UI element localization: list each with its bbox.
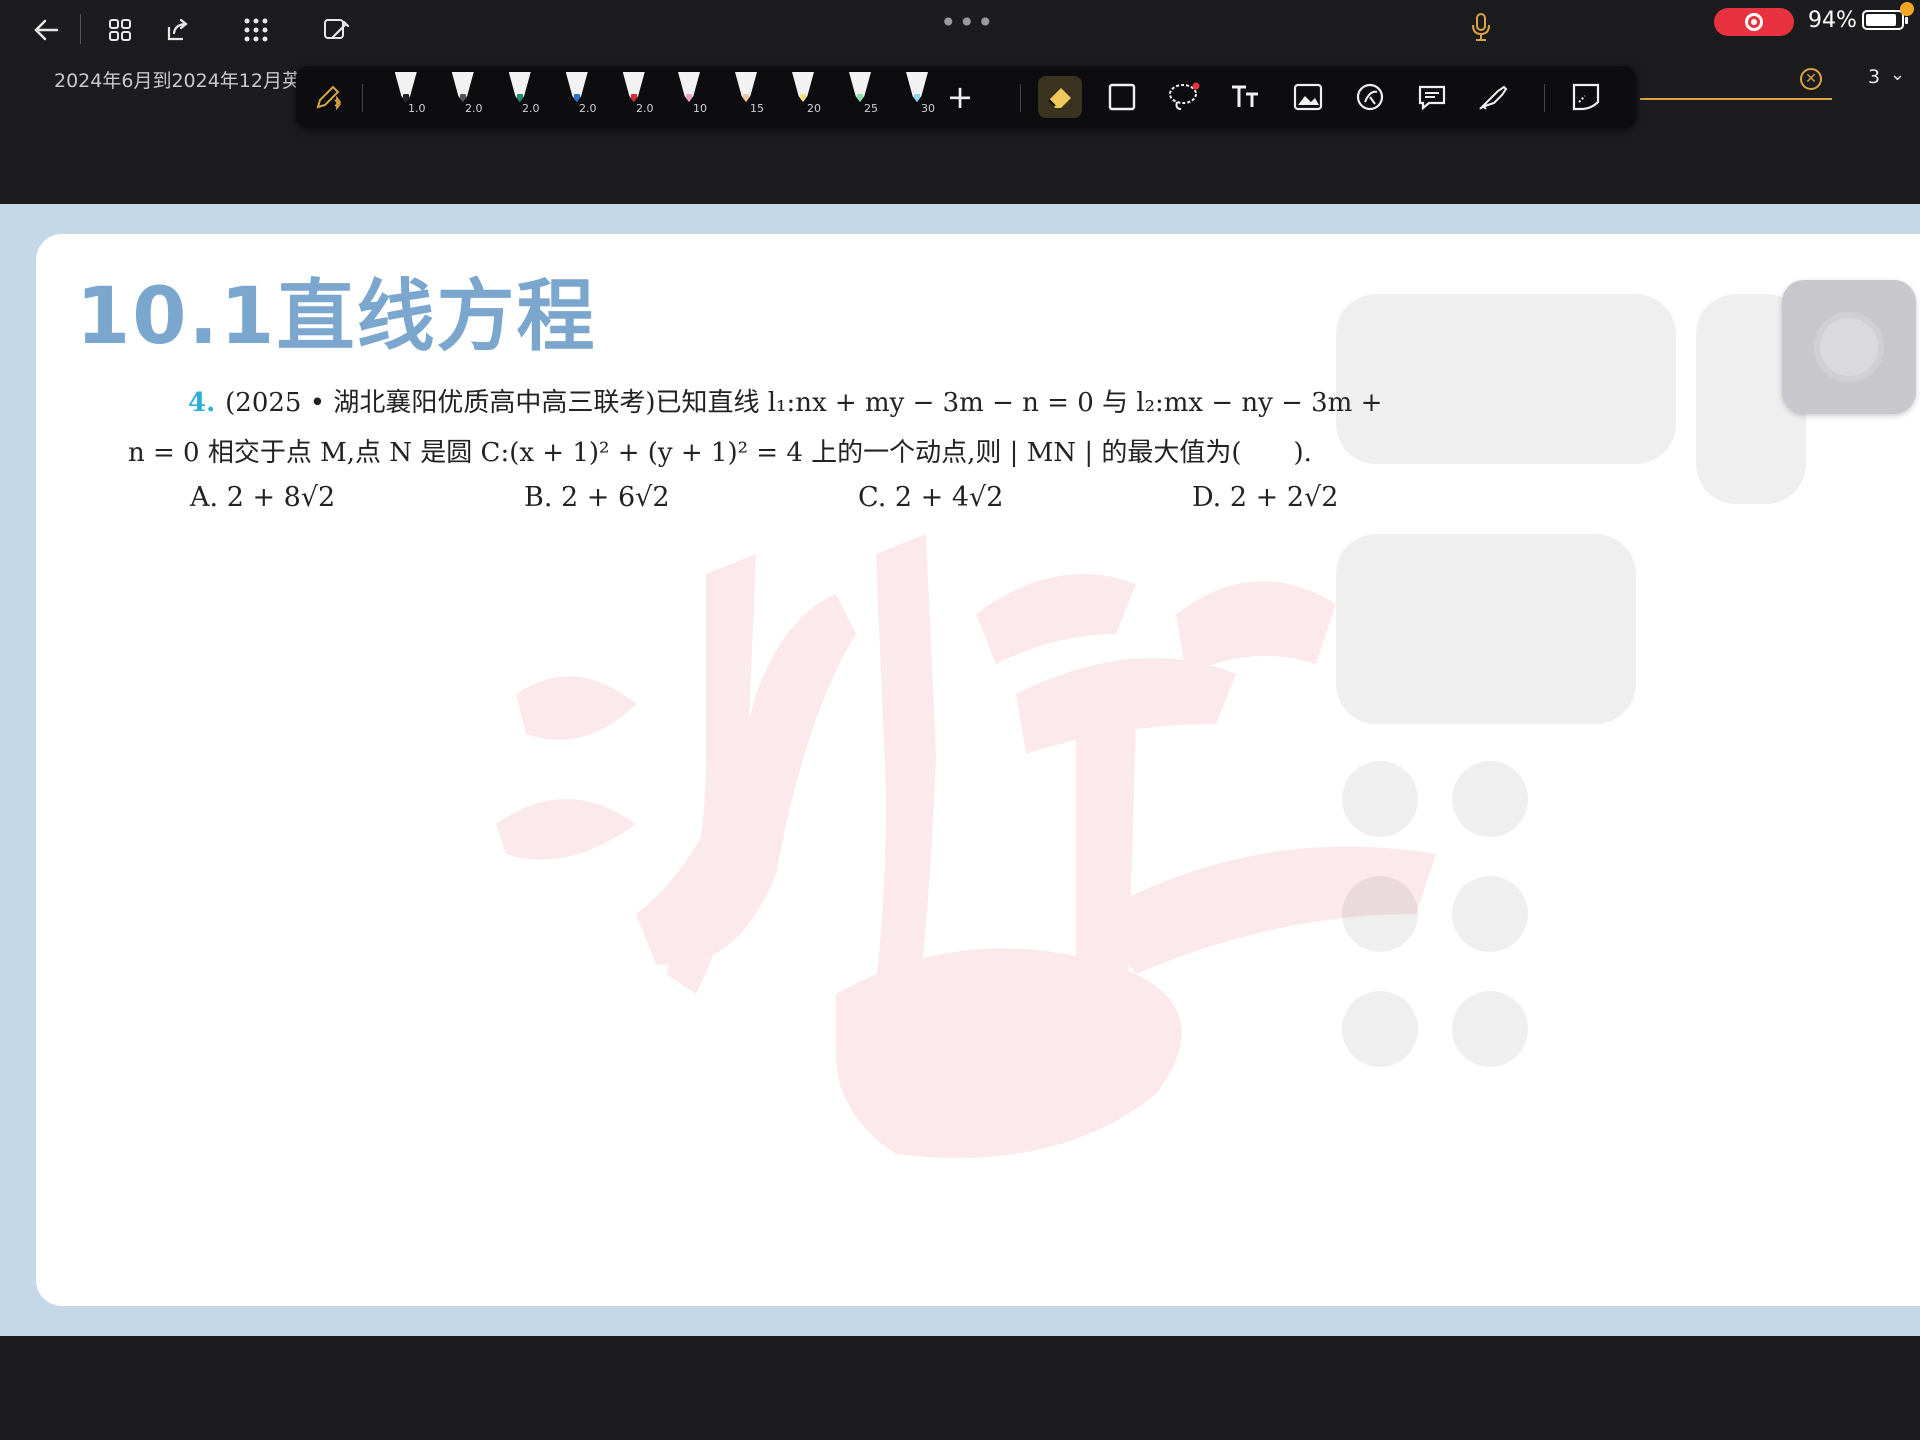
- question-line-1-text: (2025 • 湖北襄阳优质高中高三联考)已知直线 l₁:nx + my − 3…: [225, 388, 1383, 418]
- pen-size-label: 2.0: [465, 102, 483, 115]
- pen-icon: [565, 72, 588, 102]
- grid-view-icon[interactable]: [100, 12, 140, 48]
- answer-choices: A. 2 + 8√2 B. 2 + 6√2 C. 2 + 4√2 D. 2 + …: [190, 482, 1390, 532]
- screen-record-indicator[interactable]: [1714, 8, 1794, 36]
- laser-pointer-icon[interactable]: [1472, 76, 1516, 118]
- document-title[interactable]: 2024年6月到2024年12月英: [54, 66, 301, 93]
- text-tool-icon[interactable]: [1224, 76, 1268, 118]
- divider: [362, 84, 363, 112]
- pen-size-label: 2.0: [579, 102, 597, 115]
- pen-4-button[interactable]: 2.0: [557, 72, 597, 122]
- search-underline: [1640, 98, 1832, 100]
- pen-2-button[interactable]: 2.0: [443, 72, 483, 122]
- pen-icon: [792, 72, 814, 102]
- question-number: 4.: [188, 388, 216, 418]
- edit-off-icon[interactable]: [316, 12, 356, 48]
- close-search-icon[interactable]: ✕: [1800, 68, 1822, 90]
- pen-size-label: 1.0: [408, 102, 426, 115]
- choice-c[interactable]: C. 2 + 4√2: [858, 482, 1003, 513]
- divider: [1544, 84, 1545, 112]
- pen-9-button[interactable]: 25: [842, 72, 878, 122]
- pen-size-label: 10: [693, 102, 707, 115]
- choice-label: D.: [1192, 482, 1222, 513]
- choice-label: B.: [524, 482, 553, 513]
- pen-1-button[interactable]: 1.0: [386, 72, 426, 122]
- choice-value: 2 + 4√2: [894, 482, 1004, 513]
- section-title: 10.1直线方程: [76, 272, 597, 362]
- assistive-touch-icon: [1814, 312, 1884, 382]
- pen-icon: [451, 72, 474, 102]
- choice-value: 2 + 2√2: [1229, 482, 1339, 513]
- pen-10-button[interactable]: 30: [899, 72, 935, 122]
- record-icon: [1745, 13, 1763, 31]
- choice-value: 2 + 8√2: [226, 482, 336, 513]
- sticker-icon[interactable]: [1348, 76, 1392, 118]
- pen-tip-color: [743, 94, 749, 102]
- shape-rectangle-icon[interactable]: [1100, 76, 1144, 118]
- pen-tip-color: [402, 94, 409, 102]
- pen-tip-color: [686, 94, 692, 102]
- notification-badge: [1900, 2, 1914, 16]
- microphone-icon[interactable]: [1470, 12, 1498, 48]
- pen-icon: [849, 72, 871, 102]
- battery-percent: 94%: [1808, 8, 1857, 33]
- pen-5-button[interactable]: 2.0: [614, 72, 654, 122]
- bottom-bar: [0, 1336, 1920, 1440]
- pen-7-button[interactable]: 15: [728, 72, 764, 122]
- share-export-icon[interactable]: [158, 12, 198, 48]
- divider: [80, 14, 81, 44]
- top-bar: ••• 94% 2024年6月到2024年12月英 ✕ 3 ⌄: [0, 0, 1920, 100]
- page-number[interactable]: 3: [1868, 66, 1880, 88]
- pen-size-label: 15: [750, 102, 764, 115]
- choice-value: 2 + 6√2: [561, 482, 670, 513]
- question-line-1: 4. (2025 • 湖北襄阳优质高中高三联考)已知直线 l₁:nx + my −…: [128, 378, 1558, 428]
- pen-tip-color: [630, 94, 637, 102]
- question-line-2: n = 0 相交于点 M,点 N 是圆 C:(x + 1)² + (y + 1)…: [128, 438, 1312, 468]
- lasso-select-icon[interactable]: [1162, 76, 1206, 118]
- pen-8-button[interactable]: 20: [785, 72, 821, 122]
- question-text: 4. (2025 • 湖北襄阳优质高中高三联考)已知直线 l₁:nx + my −…: [128, 378, 1558, 478]
- pen-icon: [735, 72, 757, 102]
- back-arrow-icon[interactable]: [26, 12, 66, 48]
- pen-size-label: 2.0: [636, 102, 654, 115]
- choice-label: A.: [190, 482, 219, 513]
- pen-tip-color: [914, 94, 920, 102]
- pen-tip-color: [857, 94, 863, 102]
- comment-icon[interactable]: [1410, 76, 1454, 118]
- add-pen-button[interactable]: +: [938, 76, 982, 118]
- pen-size-label: 20: [807, 102, 821, 115]
- pen-size-label: 25: [864, 102, 878, 115]
- pen-icon: [622, 72, 645, 102]
- choice-b[interactable]: B. 2 + 6√2: [524, 482, 670, 513]
- choice-a[interactable]: A. 2 + 8√2: [190, 482, 335, 513]
- pen-icon: [394, 72, 417, 102]
- chevron-down-icon[interactable]: ⌄: [1890, 64, 1905, 85]
- document-page[interactable]: 10.1直线方程 4. (2025 • 湖北襄阳优质高中高三联考)已知直线 l₁…: [36, 234, 1920, 1306]
- pen-icon: [906, 72, 928, 102]
- pen-tip-color: [800, 94, 806, 102]
- pen-size-label: 30: [921, 102, 935, 115]
- pen-icon: [678, 72, 700, 102]
- choice-label: C.: [858, 482, 887, 513]
- pen-size-label: 2.0: [522, 102, 540, 115]
- pen-3-button[interactable]: 2.0: [500, 72, 540, 122]
- pen-6-button[interactable]: 10: [671, 72, 707, 122]
- battery-icon: [1862, 10, 1908, 30]
- divider: [1020, 84, 1021, 112]
- assistive-touch-button[interactable]: [1782, 280, 1916, 414]
- apps-grid-icon[interactable]: [236, 12, 276, 48]
- pen-icon: [508, 72, 531, 102]
- pen-tip-color: [459, 94, 466, 102]
- choice-d[interactable]: D. 2 + 2√2: [1192, 482, 1338, 513]
- more-options-dots[interactable]: •••: [940, 6, 996, 39]
- pen-tip-color: [573, 94, 580, 102]
- collapse-toolbar-icon[interactable]: [1564, 76, 1608, 118]
- pencil-bluetooth-icon[interactable]: [306, 76, 350, 118]
- image-insert-icon[interactable]: [1286, 76, 1330, 118]
- pen-toolbar: + 1.0 2.0 2.0 2.0 2.0 10 15 20 25 30: [296, 66, 1636, 128]
- eraser-icon[interactable]: [1038, 76, 1082, 118]
- pen-tip-color: [516, 94, 523, 102]
